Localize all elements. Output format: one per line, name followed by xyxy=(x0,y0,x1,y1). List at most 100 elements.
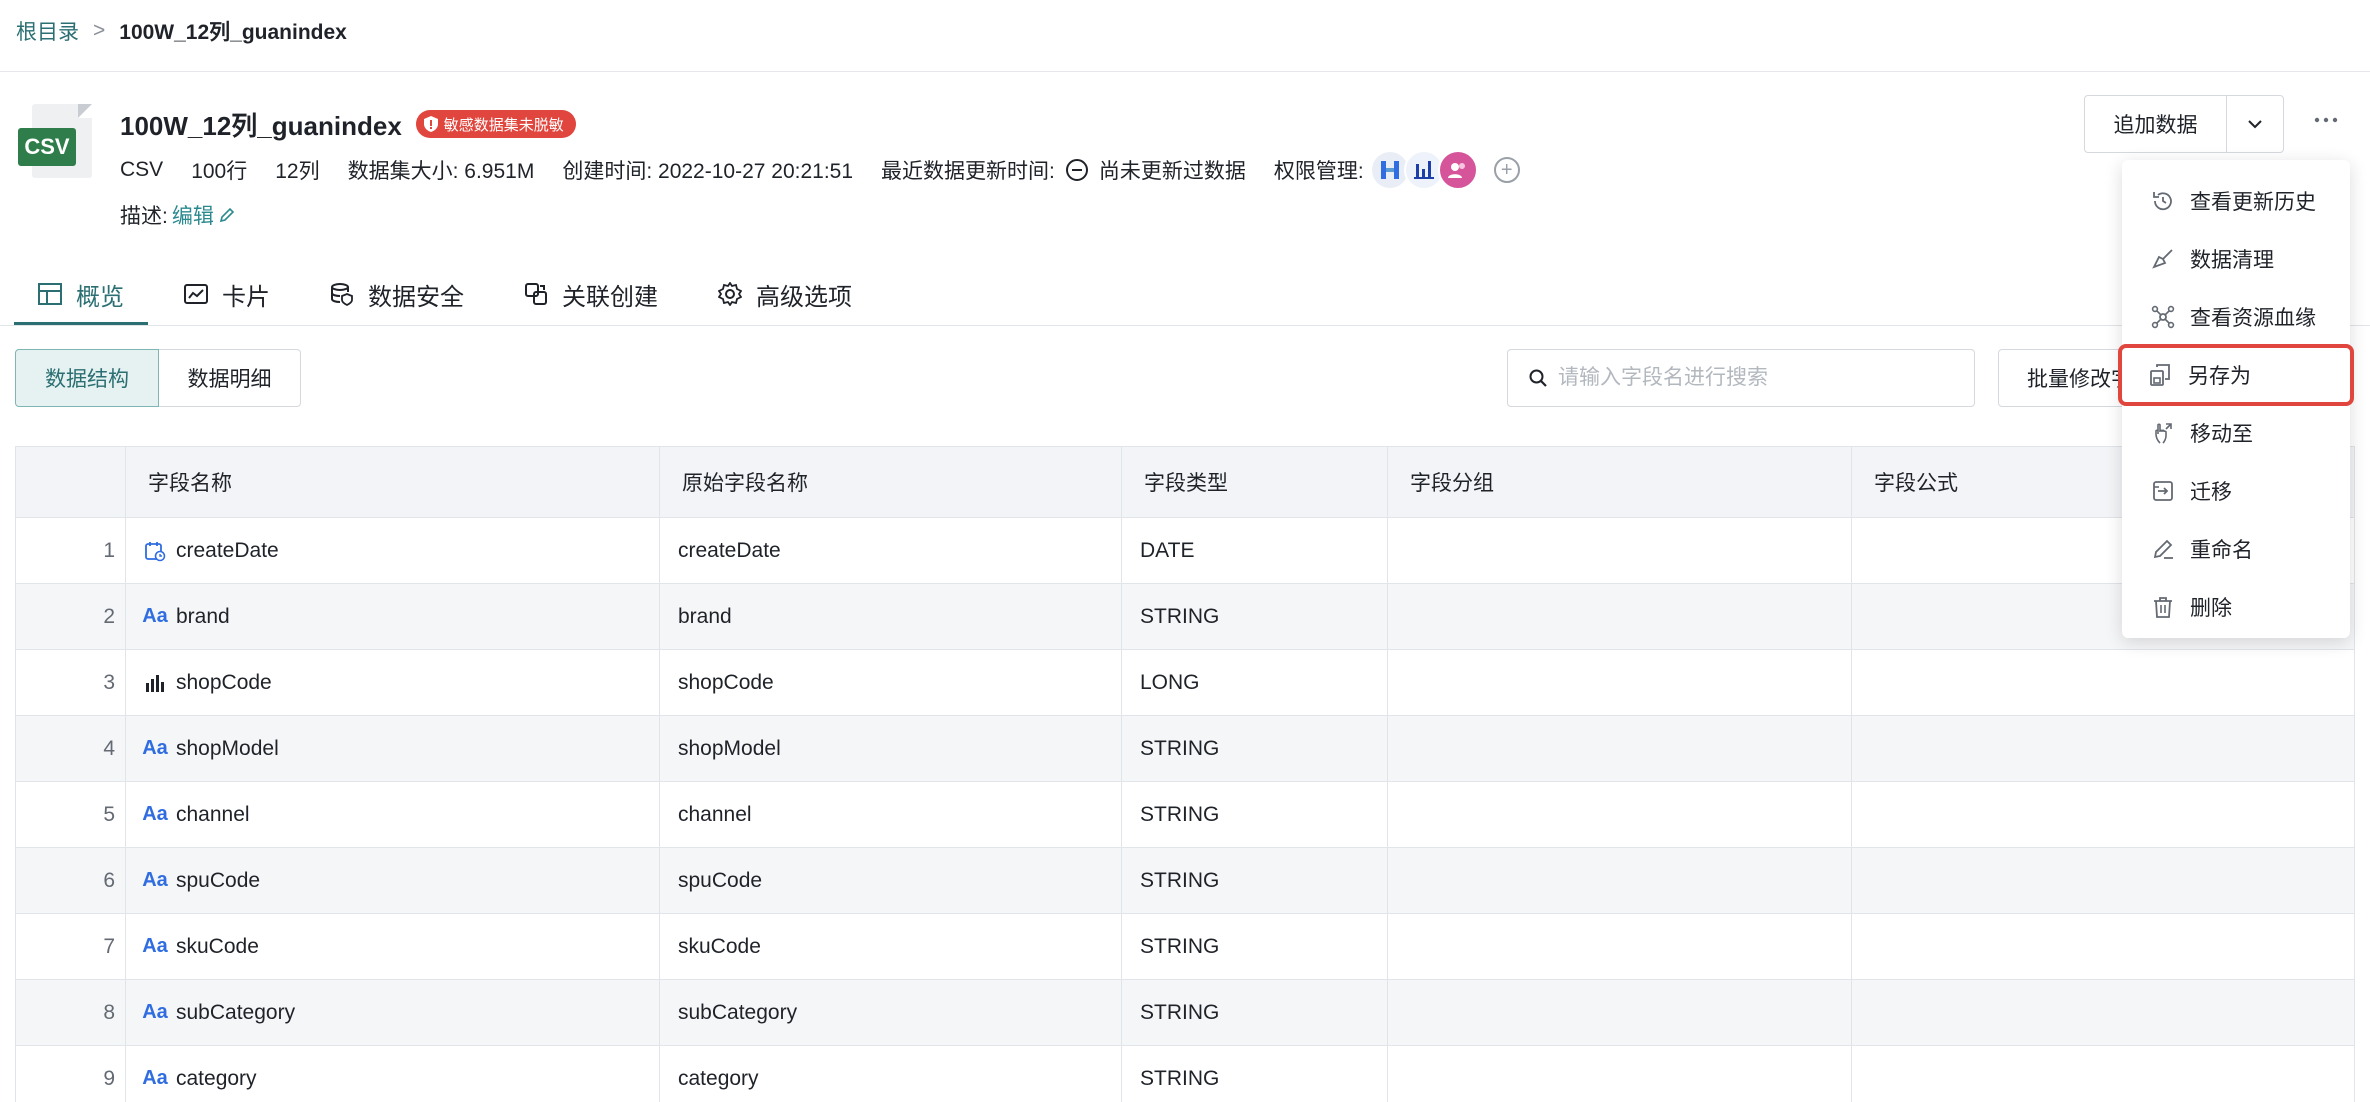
field-search xyxy=(1507,349,1975,407)
menu-item-update-history[interactable]: 查看更新历史 xyxy=(2122,172,2350,230)
more-horizontal-icon xyxy=(2314,117,2338,123)
table-header: 字段名称 原始字段名称 字段类型 字段分组 字段公式 xyxy=(16,447,2354,518)
menu-item-move-to[interactable]: 移动至 xyxy=(2122,404,2350,462)
minus-circle-icon xyxy=(1065,159,1088,181)
original-name-cell: skuCode xyxy=(660,914,1122,979)
row-index: 2 xyxy=(16,584,126,649)
field-name-cell[interactable]: Aa brand xyxy=(126,584,660,649)
text-type-icon: Aa xyxy=(142,1001,168,1023)
row-index: 4 xyxy=(16,716,126,781)
table-row[interactable]: 9 Aa category category STRING xyxy=(16,1046,2354,1102)
meta-rows: 100行 xyxy=(191,160,248,183)
pencil-icon xyxy=(219,207,234,223)
field-name: shopCode xyxy=(176,670,272,694)
table-row[interactable]: 6 Aa spuCode spuCode STRING xyxy=(16,848,2354,914)
field-group-cell xyxy=(1388,1046,1852,1102)
field-name: shopModel xyxy=(176,736,279,760)
view-toggle: 数据结构 数据明细 xyxy=(15,349,301,407)
field-name-cell[interactable]: Aa skuCode xyxy=(126,914,660,979)
field-type-cell: DATE xyxy=(1122,518,1388,583)
field-name-cell[interactable]: Aa spuCode xyxy=(126,848,660,913)
row-index: 8 xyxy=(16,980,126,1045)
tab-divider xyxy=(0,325,2370,326)
menu-item-delete[interactable]: 删除 xyxy=(2122,578,2350,636)
move-icon xyxy=(2155,423,2172,444)
original-name-cell: shopCode xyxy=(660,650,1122,715)
chart-card-icon xyxy=(184,284,208,304)
original-name-cell: category xyxy=(660,1046,1122,1102)
original-name-cell: spuCode xyxy=(660,848,1122,913)
breadcrumb-root-link[interactable]: 根目录 xyxy=(16,16,79,46)
history-icon xyxy=(2153,192,2172,211)
row-index: 3 xyxy=(16,650,126,715)
tab-overview[interactable]: 概览 xyxy=(14,262,148,326)
description-row: 描述: 编辑 xyxy=(120,200,236,230)
field-name-cell[interactable]: Aa subCategory xyxy=(126,980,660,1045)
table-row[interactable]: 5 Aa channel channel STRING xyxy=(16,782,2354,848)
toggle-data-detail[interactable]: 数据明细 xyxy=(159,349,301,407)
description-edit-link[interactable]: 编辑 xyxy=(172,200,236,230)
menu-item-save-as[interactable]: 另存为 xyxy=(2118,344,2354,406)
field-formula-cell xyxy=(1852,914,2354,979)
row-index: 7 xyxy=(16,914,126,979)
menu-item-migrate[interactable]: 迁移 xyxy=(2122,462,2350,520)
dataset-page: 根目录 > 100W_12列_guanindex CSV 100W_12列_gu… xyxy=(0,0,2370,1102)
meta-updated: 最近数据更新时间: 尚未更新过数据 xyxy=(881,159,1246,183)
dataset-title-row: 100W_12列_guanindex 敏感数据集未脱敏 xyxy=(120,104,576,144)
field-name: spuCode xyxy=(176,868,261,892)
tab-cards[interactable]: 卡片 xyxy=(160,262,294,326)
meta-size: 数据集大小: 6.951M xyxy=(347,160,535,183)
field-type-cell: LONG xyxy=(1122,650,1388,715)
field-formula-cell xyxy=(1852,848,2354,913)
field-group-cell xyxy=(1388,914,1852,979)
table-row[interactable]: 7 Aa skuCode skuCode STRING xyxy=(16,914,2354,980)
csv-file-icon: CSV xyxy=(18,104,92,178)
more-options-button[interactable] xyxy=(2306,100,2346,140)
tab-data-security[interactable]: 数据安全 xyxy=(306,262,488,326)
migrate-icon xyxy=(2153,481,2173,501)
add-permission-icon[interactable]: + xyxy=(1493,157,1520,183)
search-input[interactable] xyxy=(1558,366,1958,390)
field-name-cell[interactable]: shopCode xyxy=(126,650,660,715)
append-data-dropdown-button[interactable] xyxy=(2227,96,2283,152)
field-group-cell xyxy=(1388,650,1852,715)
menu-item-lineage[interactable]: 查看资源血缘 xyxy=(2122,288,2350,346)
rename-icon xyxy=(2153,539,2173,559)
table-row[interactable]: 8 Aa subCategory subCategory STRING xyxy=(16,980,2354,1046)
field-name-cell[interactable]: createDate xyxy=(126,518,660,583)
table-row[interactable]: 3 shopCode shopCode LONG xyxy=(16,650,2354,716)
breadcrumb: 根目录 > 100W_12列_guanindex xyxy=(16,16,347,46)
avatar xyxy=(1437,150,1478,190)
table-row[interactable]: 2 Aa brand brand STRING xyxy=(16,584,2354,650)
field-name-cell[interactable]: Aa category xyxy=(126,1046,660,1102)
text-type-icon: Aa xyxy=(142,737,168,759)
field-type-cell: STRING xyxy=(1122,1046,1388,1102)
text-type-icon: Aa xyxy=(142,803,168,825)
append-data-button[interactable]: 追加数据 xyxy=(2085,96,2227,152)
description-label: 描述: xyxy=(120,205,168,228)
tab-advanced[interactable]: 高级选项 xyxy=(694,262,876,326)
toggle-data-structure[interactable]: 数据结构 xyxy=(15,349,159,407)
field-name-cell[interactable]: Aa channel xyxy=(126,782,660,847)
link-icon xyxy=(525,283,547,305)
row-index: 9 xyxy=(16,1046,126,1102)
field-name-cell[interactable]: Aa shopModel xyxy=(126,716,660,781)
field-group-cell xyxy=(1388,848,1852,913)
broom-icon xyxy=(2152,249,2173,269)
permission-avatars[interactable] xyxy=(1369,150,1478,190)
trash-icon xyxy=(2154,597,2172,618)
field-group-cell xyxy=(1388,584,1852,649)
table-row[interactable]: 4 Aa shopModel shopModel STRING xyxy=(16,716,2354,782)
menu-item-data-cleaning[interactable]: 数据清理 xyxy=(2122,230,2350,288)
menu-item-rename[interactable]: 重命名 xyxy=(2122,520,2350,578)
text-type-icon: Aa xyxy=(142,935,168,957)
tab-bar: 概览 卡片 数据安全 关联创建 高级选项 xyxy=(14,262,888,326)
table-row[interactable]: 1 createDate createDate DATE xyxy=(16,518,2354,584)
original-name-cell: shopModel xyxy=(660,716,1122,781)
tab-linked-create[interactable]: 关联创建 xyxy=(500,262,682,326)
dataset-title: 100W_12列_guanindex xyxy=(120,110,402,141)
search-icon xyxy=(1529,369,1547,387)
text-type-icon: Aa xyxy=(142,869,168,891)
field-type-cell: STRING xyxy=(1122,914,1388,979)
original-name-cell: channel xyxy=(660,782,1122,847)
